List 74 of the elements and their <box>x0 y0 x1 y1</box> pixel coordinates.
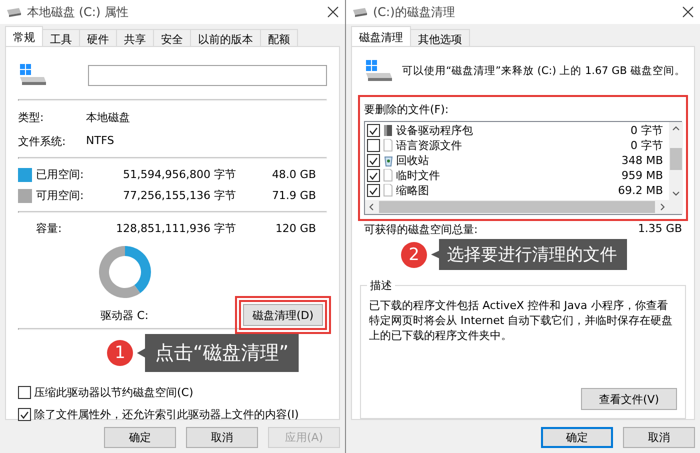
close-icon <box>327 6 339 18</box>
file-icon <box>383 169 393 182</box>
dialog-button[interactable]: 确定 <box>541 427 613 448</box>
file-size: 348 MB <box>621 154 664 167</box>
drive-label: 驱动器 C: <box>100 308 148 323</box>
file-name: 设备驱动程序包 <box>396 123 474 138</box>
dialog-button[interactable]: 取消 <box>186 427 258 448</box>
recycle-bin-icon <box>383 154 393 167</box>
tab[interactable]: 其他选项 <box>410 29 470 46</box>
checkbox[interactable] <box>367 184 380 197</box>
size-value: 48.0 GB <box>270 168 317 181</box>
window-title: (C:)的磁盘清理 <box>373 4 456 20</box>
checkbox[interactable] <box>18 386 31 399</box>
space-label: 已用空间: <box>36 167 85 182</box>
tab[interactable]: 常规 <box>5 26 43 46</box>
field-value: NTFS <box>86 134 116 149</box>
file-size: 0 字节 <box>630 138 664 153</box>
checkbox[interactable] <box>367 169 380 182</box>
usage-donut-drawing <box>96 244 152 300</box>
callout-bubble: 选择要进行清理的文件 <box>431 239 627 270</box>
file-size: 69.2 MB <box>618 184 664 197</box>
file-name: 语言资源文件 <box>396 138 463 153</box>
checkbox[interactable] <box>367 139 380 152</box>
drive-icon <box>364 59 394 83</box>
tab[interactable]: 硬件 <box>79 29 117 46</box>
field-label: 类型: <box>18 110 45 125</box>
view-files-button[interactable]: 查看文件(V) <box>581 388 677 410</box>
checkbox[interactable] <box>18 408 31 421</box>
checkbox-label: 除了文件属性外，还允许索引此驱动器上文件的内容(I) <box>34 407 299 422</box>
check-icon <box>20 410 29 418</box>
byte-count: 77,256,155,136 字节 <box>122 188 236 203</box>
checkbox[interactable] <box>367 124 380 137</box>
file-size: 959 MB <box>621 169 664 182</box>
size-value: 120 GB <box>274 222 317 235</box>
space-label: 可用空间: <box>36 188 85 203</box>
tab[interactable]: 以前的版本 <box>190 29 261 46</box>
tab[interactable]: 配额 <box>260 29 298 46</box>
total-value: 1.35 GB <box>638 222 682 237</box>
description-text: 已下载的程序文件包括 ActiveX 控件和 Java 小程序，你查看特定网页时将会从 Internet 自动下载它们，并临时保存在硬盘上的已下载的程序文件夹中。 <box>369 298 674 343</box>
file-icon <box>383 139 393 152</box>
list-label: 要删除的文件(F): <box>364 102 450 117</box>
checkbox-label: 压缩此驱动器以节约磁盘空间(C) <box>34 385 194 400</box>
checkbox[interactable] <box>367 154 380 167</box>
total-label: 可获得的磁盘空间总量: <box>364 222 478 237</box>
drive-icon <box>352 6 368 18</box>
disk-cleanup-button[interactable]: 磁盘清理(D) <box>243 304 323 326</box>
group-title: 描述 <box>367 278 395 293</box>
check-icon <box>369 126 378 134</box>
byte-count: 51,594,956,800 字节 <box>122 167 236 182</box>
tab[interactable]: 安全 <box>153 29 191 46</box>
byte-count: 128,851,111,936 字节 <box>115 221 236 236</box>
tab[interactable]: 工具 <box>42 29 80 46</box>
summary-text: 可以使用“磁盘清理”来释放 (C:) 上的 1.67 GB 磁盘空间。 <box>402 64 686 78</box>
tab[interactable]: 共享 <box>116 29 154 46</box>
file-name: 缩略图 <box>396 183 430 198</box>
name-field[interactable] <box>88 64 327 86</box>
callout-bubble: 点击“磁盘清理” <box>137 334 299 372</box>
file-icon <box>383 184 393 197</box>
field-label: 文件系统: <box>18 134 67 149</box>
window-title: 本地磁盘 (C:) 属性 <box>27 4 130 20</box>
field-value: 本地磁盘 <box>86 110 131 125</box>
file-list[interactable]: 设备驱动程序包 0 字节 语言资源文件 0 字节 回收站 348 MB 临时文件 959 MB 缩略图 69.2 MB <box>364 121 682 215</box>
file-name: 临时文件 <box>396 168 441 183</box>
package-icon <box>383 124 393 137</box>
drive-icon <box>18 63 48 87</box>
close-icon <box>682 6 694 18</box>
file-size: 0 字节 <box>630 123 664 138</box>
space-label: 容量: <box>36 221 63 236</box>
file-name: 回收站 <box>396 153 430 168</box>
size-value: 71.9 GB <box>270 189 317 202</box>
dialog-button[interactable]: 确定 <box>104 427 176 448</box>
tab[interactable]: 磁盘清理 <box>351 26 411 46</box>
drive-icon <box>6 6 22 18</box>
dialog-button[interactable]: 取消 <box>623 427 695 448</box>
